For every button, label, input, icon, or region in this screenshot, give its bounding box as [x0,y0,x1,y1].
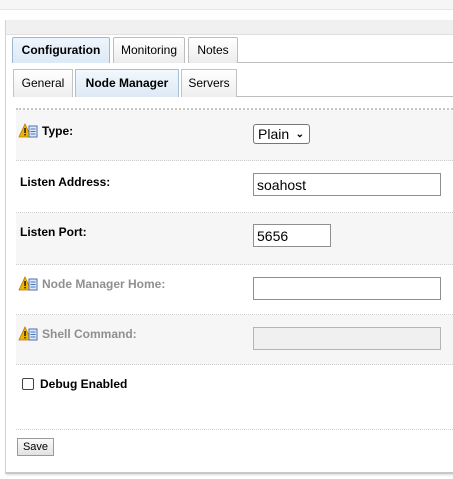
subtab-general[interactable]: General [13,69,73,97]
node-manager-home-row: Node Manager Home: [16,265,453,315]
type-select-value: Plain [258,126,290,142]
warning-settings-icon [18,123,38,138]
save-button[interactable]: Save [17,438,54,456]
type-row: Type: Plain ⌄ [16,110,453,161]
panel-header [6,20,453,35]
node-manager-home-label: Node Manager Home: [42,277,166,291]
tab-configuration[interactable]: Configuration [12,37,110,63]
listen-port-field[interactable] [253,224,331,247]
warning-settings-icon [18,326,38,341]
node-manager-home-field[interactable] [253,277,441,300]
tab-monitoring[interactable]: Monitoring [113,37,185,63]
subtab-servers[interactable]: Servers [181,69,237,97]
warning-settings-icon [18,276,38,291]
chevron-down-icon: ⌄ [295,129,304,140]
debug-enabled-row: Debug Enabled [16,365,453,430]
shell-command-label: Shell Command: [42,327,137,341]
listen-port-row: Listen Port: [16,213,453,265]
top-strip [0,0,453,10]
type-select[interactable]: Plain ⌄ [253,124,310,144]
subtab-node-manager[interactable]: Node Manager [75,69,179,97]
tab-notes[interactable]: Notes [188,37,238,63]
tab-baseline [238,62,453,63]
node-manager-form: Type: Plain ⌄ Listen Address: Listen Por… [16,108,453,460]
listen-address-field[interactable] [253,173,441,196]
shell-command-field[interactable] [253,327,441,350]
listen-address-label: Listen Address: [20,175,111,189]
listen-port-label: Listen Port: [20,225,87,239]
debug-enabled-checkbox[interactable] [22,378,34,390]
type-label: Type: [42,124,74,138]
shell-command-row: Shell Command: [16,315,453,365]
listen-address-row: Listen Address: [16,161,453,213]
debug-enabled-label: Debug Enabled [40,377,128,391]
subtab-baseline [237,96,453,97]
